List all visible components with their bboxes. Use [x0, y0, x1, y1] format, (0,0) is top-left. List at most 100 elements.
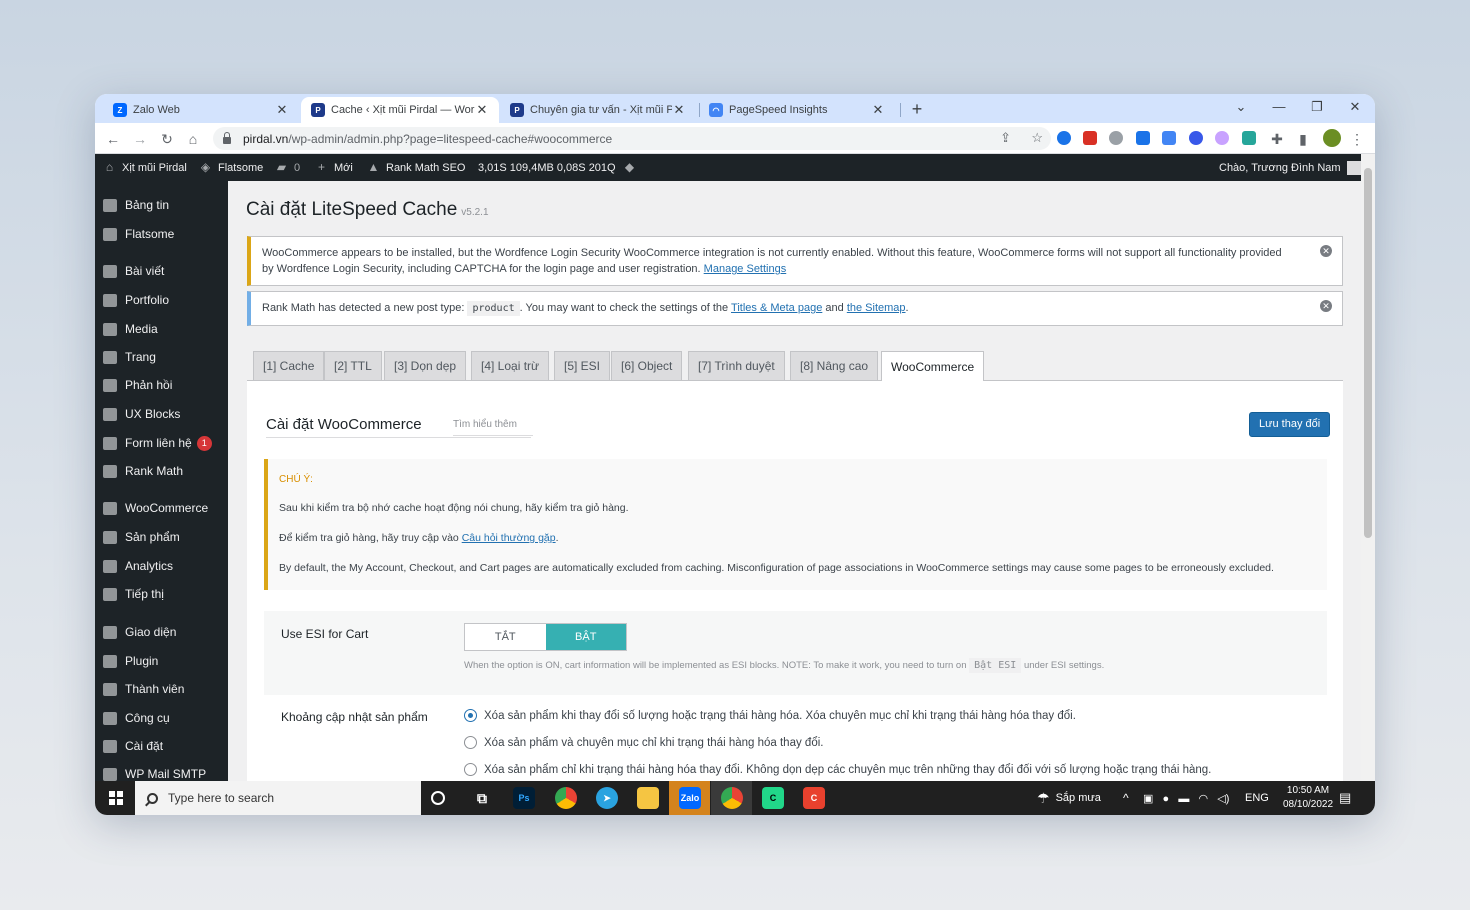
sidebar-item-products[interactable]: Sản phẩm — [95, 523, 228, 551]
notification-icon[interactable]: ▤ — [1339, 781, 1351, 815]
tab-advanced[interactable]: [8] Nâng cao — [790, 351, 879, 381]
sidebar-item-plugins[interactable]: Plugin — [95, 647, 228, 675]
browser-tab-cache[interactable]: P Cache ‹ Xịt mũi Pirdal — WordPr ✕ — [301, 97, 499, 123]
tab-ttl[interactable]: [2] TTL — [324, 351, 382, 381]
file-explorer-icon[interactable] — [637, 787, 659, 809]
close-tab-icon[interactable]: ✕ — [672, 102, 686, 118]
sidebar-item-tools[interactable]: Công cụ — [95, 704, 228, 732]
litespeed-icon[interactable]: ◆ — [623, 154, 642, 181]
radio[interactable] — [464, 736, 477, 749]
tab-woocommerce[interactable]: WooCommerce — [881, 351, 985, 382]
sidebar-item-users[interactable]: Thành viên — [95, 675, 228, 703]
close-window-button[interactable]: ✕ — [1345, 99, 1365, 115]
taskbar-search[interactable]: Type here to search — [135, 781, 421, 815]
page-scrollbar[interactable] — [1361, 154, 1375, 781]
dismiss-icon[interactable]: ✕ — [1320, 300, 1332, 312]
extension-icon[interactable] — [1057, 131, 1071, 145]
app-icon[interactable]: C — [803, 787, 825, 809]
side-panel-icon[interactable]: ▮ — [1293, 129, 1313, 149]
chrome-active-icon[interactable] — [721, 787, 743, 809]
browser-tab-zalo[interactable]: Z Zalo Web ✕ — [103, 97, 299, 123]
share-icon[interactable]: ⇪ — [1000, 130, 1011, 146]
new-tab-button[interactable]: + — [907, 99, 927, 119]
close-tab-icon[interactable]: ✕ — [871, 102, 885, 118]
browser-tab-chuyengia[interactable]: P Chuyên gia tư vấn - Xịt mũi Pirda ✕ — [500, 97, 696, 123]
sidebar-item-posts[interactable]: Bài viết — [95, 257, 228, 285]
close-tab-icon[interactable]: ✕ — [475, 102, 489, 118]
close-tab-icon[interactable]: ✕ — [275, 102, 289, 118]
sidebar-item-pages[interactable]: Trang — [95, 343, 228, 371]
extension-icon[interactable] — [1215, 131, 1229, 145]
windows-start-icon[interactable] — [109, 791, 123, 805]
forward-icon[interactable]: → — [130, 129, 150, 149]
update-option-3[interactable]: Xóa sản phẩm chỉ khi trạng thái hàng hóa… — [464, 763, 1211, 776]
tray-chevron-icon[interactable]: ^ — [1123, 781, 1129, 815]
admin-bar-new[interactable]: + Mới — [315, 154, 353, 181]
toggle-on[interactable]: BẬT — [545, 624, 626, 650]
photoshop-icon[interactable]: Ps — [513, 787, 535, 809]
sidebar-item-woocommerce[interactable]: WooCommerce — [95, 494, 228, 522]
minimize-button[interactable]: — — [1269, 99, 1289, 114]
home-icon[interactable]: ⌂ — [183, 129, 203, 149]
clock[interactable]: 10:50 AM 08/10/2022 — [1283, 781, 1333, 815]
scroll-thumb[interactable] — [1364, 168, 1372, 538]
chrome-icon[interactable] — [555, 787, 577, 809]
sidebar-item-dashboard[interactable]: Bảng tin — [95, 191, 228, 219]
tab-object[interactable]: [6] Object — [611, 351, 683, 381]
sidebar-item-marketing[interactable]: Tiếp thị — [95, 580, 228, 608]
tab-esi[interactable]: [5] ESI — [554, 351, 611, 381]
save-changes-button[interactable]: Lưu thay đổi — [1249, 412, 1331, 437]
sidebar-item-media[interactable]: Media — [95, 315, 228, 343]
reload-icon[interactable]: ↻ — [157, 129, 177, 149]
admin-bar-comments[interactable]: ▰ 0 — [275, 154, 300, 181]
browser-tab-pagespeed[interactable]: ◠ PageSpeed Insights ✕ — [699, 97, 895, 123]
sidebar-item-settings[interactable]: Cài đặt — [95, 732, 228, 760]
dismiss-icon[interactable]: ✕ — [1320, 245, 1332, 257]
restore-button[interactable]: ❐ — [1307, 99, 1327, 115]
radio[interactable] — [464, 763, 477, 776]
system-tray-icons[interactable]: ▣ ● ▬ ◠ ◁) — [1143, 781, 1229, 815]
sidebar-item-analytics[interactable]: Analytics — [95, 552, 228, 580]
titles-meta-link[interactable]: Titles & Meta page — [731, 302, 822, 314]
admin-bar-site[interactable]: ⌂ Xịt mũi Pirdal — [103, 154, 187, 181]
weather-widget[interactable]: ☂ Sắp mưa — [1037, 781, 1101, 815]
extension-icon[interactable] — [1242, 131, 1256, 145]
toggle-off[interactable]: TẮT — [465, 624, 546, 650]
sidebar-item-ux-blocks[interactable]: UX Blocks — [95, 400, 228, 428]
esi-cart-toggle[interactable]: TẮT BẬT — [464, 623, 627, 651]
faq-link[interactable]: Câu hỏi thường gặp — [462, 532, 556, 544]
zalo-icon[interactable]: Zalo — [679, 787, 701, 809]
extension-icon[interactable] — [1083, 131, 1097, 145]
radio-checked[interactable] — [464, 709, 477, 722]
back-icon[interactable]: ← — [103, 129, 123, 149]
address-bar[interactable]: pirdal.vn/wp-admin/admin.php?page=litesp… — [213, 127, 1051, 150]
tab-excludes[interactable]: [4] Loại trừ — [471, 351, 550, 381]
telegram-icon[interactable]: ➤ — [596, 787, 618, 809]
bookmark-star-icon[interactable]: ☆ — [1031, 130, 1043, 146]
tab-browser[interactable]: [7] Trình duyệt — [688, 351, 785, 381]
wordpress-icon[interactable] — [1189, 131, 1203, 145]
update-option-2[interactable]: Xóa sản phẩm và chuyên mục chỉ khi trạng… — [464, 736, 823, 749]
language-indicator[interactable]: ENG — [1245, 781, 1269, 815]
profile-avatar[interactable] — [1323, 129, 1341, 147]
manage-settings-link[interactable]: Manage Settings — [704, 263, 787, 275]
tab-cache[interactable]: [1] Cache — [253, 351, 325, 381]
chrome-menu-icon[interactable]: ⋮ — [1347, 129, 1367, 149]
extension-icon[interactable] — [1109, 131, 1123, 145]
extensions-puzzle-icon[interactable]: ✚ — [1267, 129, 1287, 149]
admin-bar-account[interactable]: Chào, Trương Đình Nam — [1219, 154, 1361, 181]
sidebar-item-comments[interactable]: Phản hồi — [95, 371, 228, 399]
admin-bar-flatsome[interactable]: ◈ Flatsome — [199, 154, 263, 181]
task-view-icon[interactable]: ⧉ — [471, 787, 493, 809]
sidebar-item-contact-form[interactable]: Form liên hệ 1 — [95, 429, 228, 457]
app-icon[interactable]: C — [762, 787, 784, 809]
update-option-1[interactable]: Xóa sản phẩm khi thay đổi số lượng hoặc … — [464, 709, 1076, 722]
extension-icon[interactable] — [1136, 131, 1150, 145]
lock-icon[interactable] — [223, 132, 231, 144]
sidebar-item-flatsome[interactable]: Flatsome — [95, 220, 228, 248]
query-monitor-stats[interactable]: 3,01S 109,4MB 0,08S 201Q — [478, 154, 616, 181]
cortana-icon[interactable] — [431, 791, 445, 805]
tab-purge[interactable]: [3] Dọn dẹp — [384, 351, 467, 381]
sidebar-item-portfolio[interactable]: Portfolio — [95, 286, 228, 314]
sidebar-item-appearance[interactable]: Giao diện — [95, 618, 228, 646]
